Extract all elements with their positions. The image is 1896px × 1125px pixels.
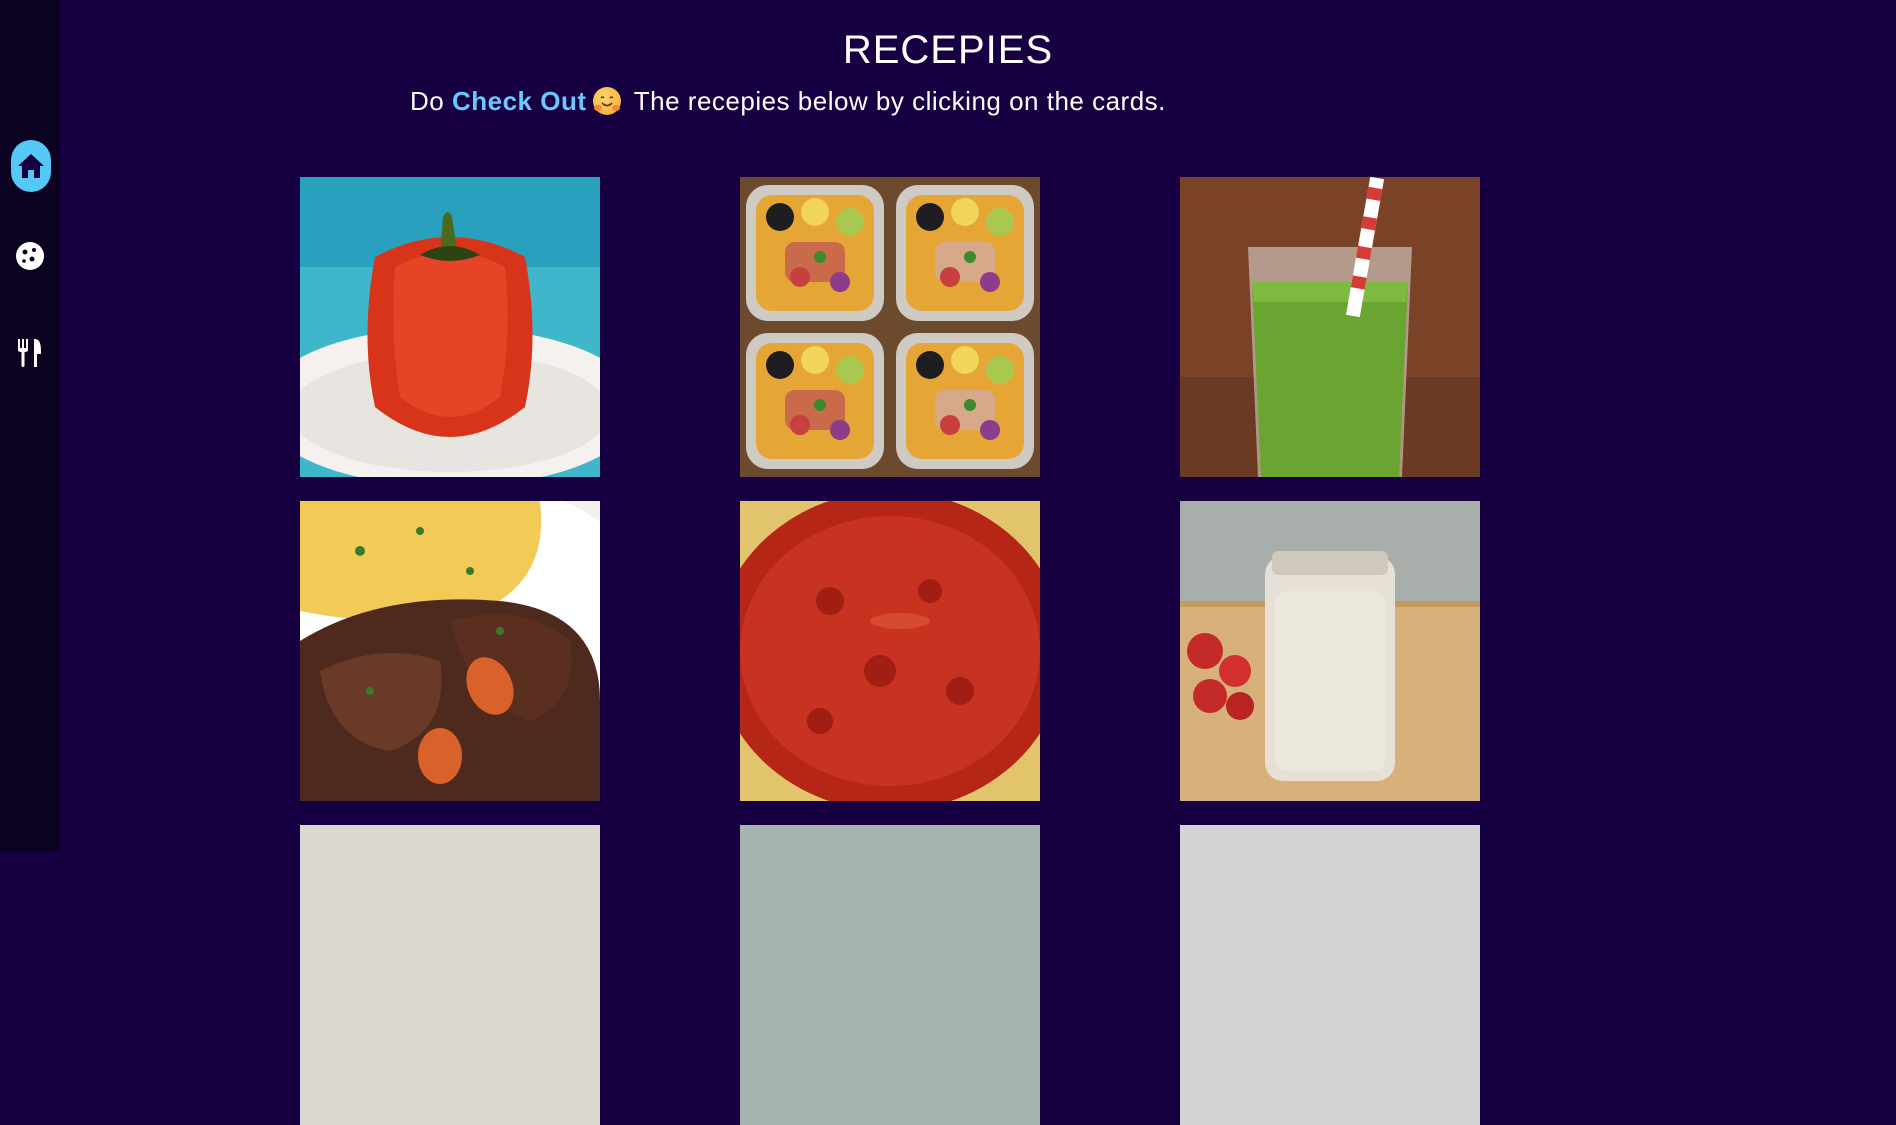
recipe-card-7-image bbox=[300, 825, 600, 1125]
nav-home[interactable] bbox=[11, 140, 51, 192]
meal-prep-bowls-image bbox=[740, 177, 1040, 477]
hugging-face-emoji-icon bbox=[592, 87, 621, 115]
overnight-oats-card[interactable] bbox=[1180, 501, 1480, 801]
recipe-card-8[interactable] bbox=[740, 825, 1040, 1125]
green-smoothie-card[interactable] bbox=[1180, 177, 1480, 477]
nav-recipes[interactable] bbox=[10, 333, 50, 373]
subtitle-highlight: Check Out bbox=[451, 86, 587, 116]
recipe-card-8-image bbox=[740, 825, 1040, 1125]
page-subtitle: Do Check Out The recepies below by click… bbox=[410, 86, 1166, 117]
recipe-card-9[interactable] bbox=[1180, 825, 1480, 1125]
recipe-card-7[interactable] bbox=[300, 825, 600, 1125]
cookie-icon bbox=[16, 242, 44, 270]
stuffed-pepper-image bbox=[300, 177, 600, 477]
subtitle-prefix: Do bbox=[410, 86, 452, 116]
spaghetti-sauce-image bbox=[740, 501, 1040, 801]
home-icon bbox=[18, 154, 44, 178]
nav-cookies[interactable] bbox=[10, 236, 50, 276]
sidebar bbox=[0, 0, 60, 851]
recipe-card-9-image bbox=[1180, 825, 1480, 1125]
utensils-icon bbox=[18, 339, 41, 367]
green-smoothie-image bbox=[1180, 177, 1480, 477]
stuffed-pepper-card[interactable] bbox=[300, 177, 600, 477]
pot-roast-card[interactable] bbox=[300, 501, 600, 801]
spaghetti-sauce-card[interactable] bbox=[740, 501, 1040, 801]
pot-roast-image bbox=[300, 501, 600, 801]
meal-prep-bowls-card[interactable] bbox=[740, 177, 1040, 477]
subtitle-suffix: The recepies below by clicking on the ca… bbox=[626, 86, 1166, 116]
overnight-oats-image bbox=[1180, 501, 1480, 801]
page-title: RECEPIES bbox=[842, 28, 1054, 72]
